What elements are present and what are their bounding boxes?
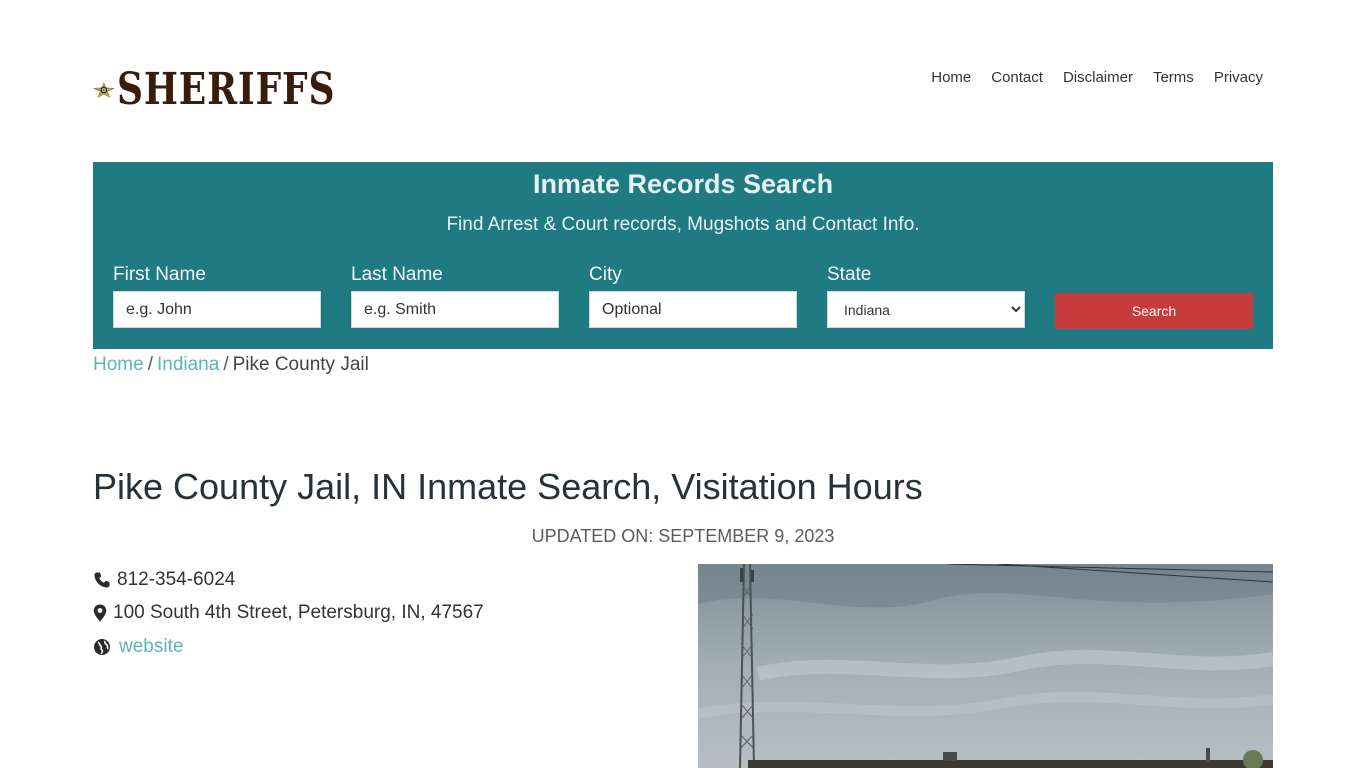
breadcrumb-current: Pike County Jail bbox=[232, 354, 369, 375]
breadcrumb-separator: / bbox=[223, 354, 229, 375]
contact-phone: 812-354-6024 bbox=[93, 567, 235, 593]
site-logo[interactable]: SHERIFFS bbox=[93, 57, 383, 123]
nav-privacy[interactable]: Privacy bbox=[1214, 68, 1263, 88]
contact-address: 100 South 4th Street, Petersburg, IN, 47… bbox=[93, 600, 484, 626]
phone-number: 812-354-6024 bbox=[117, 569, 236, 590]
globe-icon bbox=[94, 639, 110, 655]
city-label: City bbox=[589, 264, 622, 285]
search-button[interactable]: Search bbox=[1055, 293, 1253, 329]
city-input[interactable] bbox=[589, 291, 797, 328]
updated-date: UPDATED ON: SEPTEMBER 9, 2023 bbox=[531, 526, 835, 546]
jail-photo-image bbox=[698, 564, 1273, 768]
nav-home[interactable]: Home bbox=[931, 68, 971, 88]
logo-text: SHERIFFS bbox=[116, 64, 336, 115]
inmate-search-panel: Inmate Records Search Find Arrest & Cour… bbox=[93, 162, 1273, 349]
breadcrumb: Home / Indiana / Pike County Jail bbox=[93, 352, 369, 378]
state-select[interactable]: Indiana bbox=[827, 291, 1025, 328]
nav-contact[interactable]: Contact bbox=[991, 68, 1043, 88]
search-panel-title: Inmate Records Search bbox=[532, 169, 834, 199]
first-name-field-group: First Name bbox=[113, 263, 321, 328]
first-name-label: First Name bbox=[113, 264, 206, 285]
city-field-group: City bbox=[589, 263, 797, 328]
last-name-label: Last Name bbox=[351, 264, 443, 285]
nav-disclaimer[interactable]: Disclaimer bbox=[1063, 68, 1133, 88]
address-text: 100 South 4th Street, Petersburg, IN, 47… bbox=[113, 602, 484, 623]
sheriff-star-icon bbox=[93, 81, 115, 98]
breadcrumb-separator: / bbox=[147, 354, 153, 375]
search-panel-subtitle: Find Arrest & Court records, Mugshots an… bbox=[446, 214, 920, 235]
contact-website: website bbox=[93, 634, 183, 660]
website-link[interactable]: website bbox=[119, 634, 183, 660]
breadcrumb-state[interactable]: Indiana bbox=[157, 354, 219, 375]
nav-terms[interactable]: Terms bbox=[1153, 68, 1194, 88]
map-marker-icon bbox=[93, 604, 107, 622]
last-name-input[interactable] bbox=[351, 291, 559, 328]
first-name-input[interactable] bbox=[113, 291, 321, 328]
main-nav: Home Contact Disclaimer Terms Privacy bbox=[931, 68, 1263, 88]
breadcrumb-home[interactable]: Home bbox=[93, 354, 144, 375]
jail-building-photo bbox=[698, 564, 1273, 768]
last-name-field-group: Last Name bbox=[351, 263, 559, 328]
state-label: State bbox=[827, 264, 872, 285]
state-field-group: State Indiana bbox=[827, 263, 1035, 328]
page-title: Pike County Jail, IN Inmate Search, Visi… bbox=[93, 466, 923, 507]
phone-icon bbox=[94, 572, 110, 588]
